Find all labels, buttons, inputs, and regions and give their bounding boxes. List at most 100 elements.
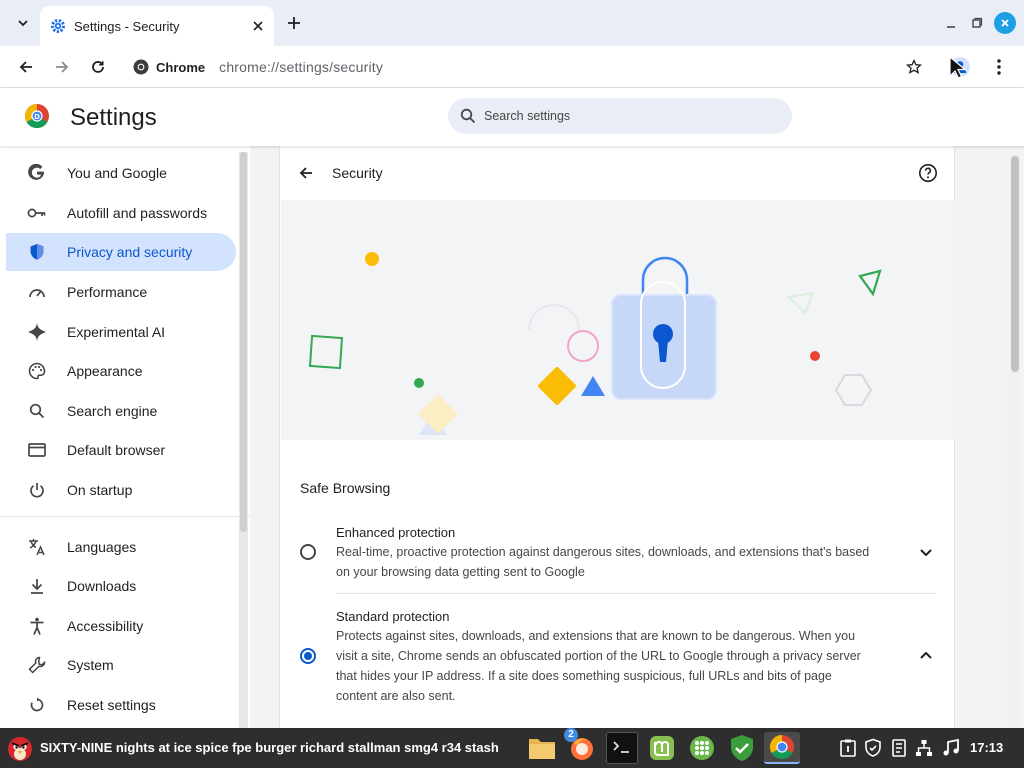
angry-bird-app-icon[interactable] [6, 734, 34, 762]
shield-icon [26, 241, 48, 263]
forward-arrow-icon [56, 61, 69, 73]
nav-item-privacy-and-security[interactable]: Privacy and security [6, 233, 236, 271]
nav-item-performance[interactable]: Performance [6, 273, 236, 311]
settings-sidebar: You and Google Autofill and passwords Pr… [0, 146, 250, 728]
nav-item-search-engine[interactable]: Search engine [6, 392, 236, 430]
sidebar-scrollbar-thumb[interactable] [240, 152, 247, 532]
standard-protection-description: Protects against sites, downloads, and e… [336, 629, 861, 703]
sidebar-divider [0, 516, 250, 517]
nav-item-experimental-ai[interactable]: Experimental AI [6, 313, 236, 351]
download-icon [26, 575, 48, 597]
search-placeholder: Search settings [484, 109, 571, 123]
close-tab-icon[interactable] [252, 20, 264, 32]
chrome-icon [769, 735, 794, 760]
taskbar-security-shield[interactable] [726, 732, 758, 764]
site-chip: Chrome [156, 59, 206, 75]
translate-icon [26, 536, 48, 558]
search-settings-input[interactable]: Search settings [448, 98, 792, 134]
browser-toolbar: Chrome chrome://settings/security [0, 46, 1024, 88]
update-shield-icon[interactable] [863, 738, 883, 758]
active-window-title[interactable]: SIXTY-NINE nights at ice spice fpe burge… [40, 740, 499, 755]
back-arrow-icon[interactable] [298, 165, 314, 181]
clipboard-icon[interactable] [838, 738, 858, 758]
enhanced-protection-description: Real-time, proactive protection against … [336, 545, 870, 579]
speedometer-icon [26, 281, 48, 303]
browser-window-icon [26, 439, 48, 461]
reset-icon [26, 694, 48, 716]
tab-search-button[interactable] [12, 12, 34, 34]
security-card-header: Security [280, 146, 956, 200]
taskbar-files[interactable] [526, 732, 558, 764]
sidebar-scrollbar[interactable] [239, 152, 248, 728]
chrome-logo-icon [133, 59, 149, 75]
url-text[interactable]: chrome://settings/security [219, 59, 383, 75]
maximize-button[interactable] [966, 12, 988, 34]
taskbar-apps[interactable] [686, 732, 718, 764]
taskbar: SIXTY-NINE nights at ice spice fpe burge… [0, 728, 1024, 768]
key-icon [26, 202, 48, 224]
chrome-menu-button[interactable] [988, 56, 1010, 78]
restore-icon [972, 17, 983, 28]
browser-tab[interactable]: Settings - Security [40, 6, 274, 46]
mouse-cursor-icon [949, 56, 966, 79]
network-icon[interactable] [914, 738, 934, 758]
taskbar-firefox[interactable]: 2 [564, 728, 598, 764]
content-scrollbar[interactable] [1009, 152, 1021, 728]
clock[interactable]: 17:13 [970, 740, 1003, 755]
settings-header: D Settings Search settings [0, 88, 1024, 146]
nav-item-accessibility[interactable]: Accessibility [6, 607, 236, 645]
search-icon [26, 400, 48, 422]
help-icon[interactable] [918, 163, 938, 183]
minimize-button[interactable] [940, 12, 962, 34]
reload-button[interactable] [87, 56, 109, 78]
close-icon [1001, 19, 1009, 27]
taskbar-chrome[interactable] [764, 732, 800, 764]
notes-icon[interactable] [889, 738, 909, 758]
plus-icon [288, 17, 300, 29]
tab-title: Settings - Security [74, 18, 180, 34]
back-button[interactable] [15, 56, 37, 78]
star-icon [906, 59, 922, 74]
bookmark-button[interactable] [903, 56, 925, 78]
nav-item-default-browser[interactable]: Default browser [6, 431, 236, 469]
collapse-chevron-up-icon[interactable] [916, 646, 936, 666]
standard-protection-title: Standard protection [336, 609, 450, 624]
padlock-illustration [308, 252, 882, 435]
terminal-icon [613, 741, 629, 753]
reload-icon [92, 61, 104, 73]
nav-item-system[interactable]: System [6, 646, 236, 684]
standard-protection-radio[interactable] [300, 648, 316, 664]
back-arrow-icon [19, 61, 32, 73]
chevron-down-icon [18, 20, 28, 27]
wrench-icon [26, 654, 48, 676]
nav-item-on-startup[interactable]: On startup [6, 471, 236, 509]
music-note-icon[interactable] [941, 738, 961, 758]
firefox-notification-badge: 2 [564, 728, 578, 742]
google-g-icon [26, 162, 48, 184]
shield-check-icon [731, 735, 753, 761]
forward-button[interactable] [51, 56, 73, 78]
nav-item-autofill[interactable]: Autofill and passwords [6, 194, 236, 232]
close-window-button[interactable] [994, 12, 1016, 34]
chrome-dev-logo-icon: D [24, 104, 49, 129]
nav-item-downloads[interactable]: Downloads [6, 567, 236, 605]
folder-icon [529, 739, 555, 759]
enhanced-protection-radio[interactable] [300, 544, 316, 560]
enhanced-protection-title: Enhanced protection [336, 525, 456, 540]
power-icon [26, 479, 48, 501]
search-icon [460, 108, 476, 124]
address-bar[interactable]: Chrome chrome://settings/security [122, 50, 940, 84]
settings-gear-icon [51, 19, 65, 33]
expand-chevron-down-icon[interactable] [916, 542, 936, 562]
security-card: Security Safe Browsing Enhanced protecti… [279, 146, 955, 728]
content-scrollbar-thumb[interactable] [1011, 156, 1019, 372]
taskbar-mint-menu[interactable] [646, 732, 678, 764]
nav-item-you-and-google[interactable]: You and Google [6, 154, 236, 192]
tab-strip: Settings - Security [0, 0, 1024, 46]
nav-item-languages[interactable]: Languages [6, 528, 236, 566]
new-tab-button[interactable] [283, 12, 305, 34]
security-page-title: Security [332, 165, 383, 181]
nav-item-reset-settings[interactable]: Reset settings [6, 686, 236, 724]
nav-item-appearance[interactable]: Appearance [6, 352, 236, 390]
taskbar-terminal[interactable] [606, 732, 638, 764]
